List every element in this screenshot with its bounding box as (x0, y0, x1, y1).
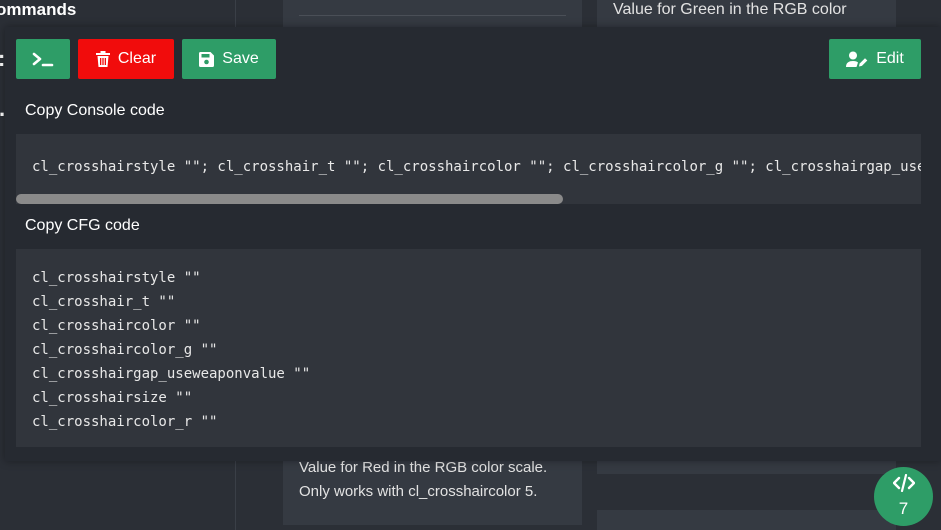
save-button[interactable]: Save (182, 39, 276, 79)
edit-button[interactable]: Edit (829, 39, 921, 79)
background-section-title: ommands (0, 0, 77, 19)
cfg-code-line[interactable]: cl_crosshaircolor "" (32, 314, 310, 338)
cfg-code-label: Copy CFG code (25, 217, 140, 234)
cfg-code-line[interactable]: cl_crosshairsize "" (32, 386, 310, 410)
edit-button-label: Edit (876, 50, 904, 67)
code-count-badge: 7 (898, 499, 909, 518)
trash-icon (95, 51, 110, 67)
floppy-disk-icon (199, 51, 215, 67)
background-command-card (597, 510, 896, 530)
clear-button[interactable]: Clear (78, 39, 174, 79)
cfg-code-line[interactable]: cl_crosshairgap_useweaponvalue "" (32, 362, 310, 386)
user-edit-icon (846, 51, 868, 68)
cfg-code-line[interactable]: cl_crosshaircolor_r "" (32, 410, 310, 434)
scrollbar-thumb[interactable] (16, 194, 563, 204)
code-count-button[interactable]: 7 (874, 467, 933, 526)
save-button-label: Save (222, 50, 259, 67)
console-button[interactable] (16, 39, 70, 79)
cfg-code-line[interactable]: cl_crosshair_t "" (32, 290, 310, 314)
background-card-description: Value for Green in the RGB color (613, 1, 847, 18)
console-code-text[interactable]: cl_crosshairstyle ""; cl_crosshair_t "";… (32, 159, 921, 175)
cfg-code-line[interactable]: cl_crosshairstyle "" (32, 266, 310, 290)
cfg-code-block[interactable]: cl_crosshairstyle "" cl_crosshair_t "" c… (16, 249, 921, 447)
background-card-rule (299, 15, 566, 16)
cfg-code-line[interactable]: cl_crosshaircolor_g "" (32, 338, 310, 362)
terminal-icon (32, 51, 54, 67)
cfg-code-lines: cl_crosshairstyle "" cl_crosshair_t "" c… (32, 266, 310, 434)
console-code-label: Copy Console code (25, 102, 165, 119)
horizontal-scrollbar[interactable] (16, 192, 921, 204)
code-icon (892, 473, 915, 497)
console-code-block[interactable]: cl_crosshairstyle ""; cl_crosshair_t "";… (16, 134, 921, 204)
code-export-panel: Clear Save Edit Copy Console code cl_cro… (5, 27, 941, 461)
background-card-description: Value for Red in the RGB color scale. On… (299, 459, 548, 500)
clear-button-label: Clear (117, 50, 157, 67)
